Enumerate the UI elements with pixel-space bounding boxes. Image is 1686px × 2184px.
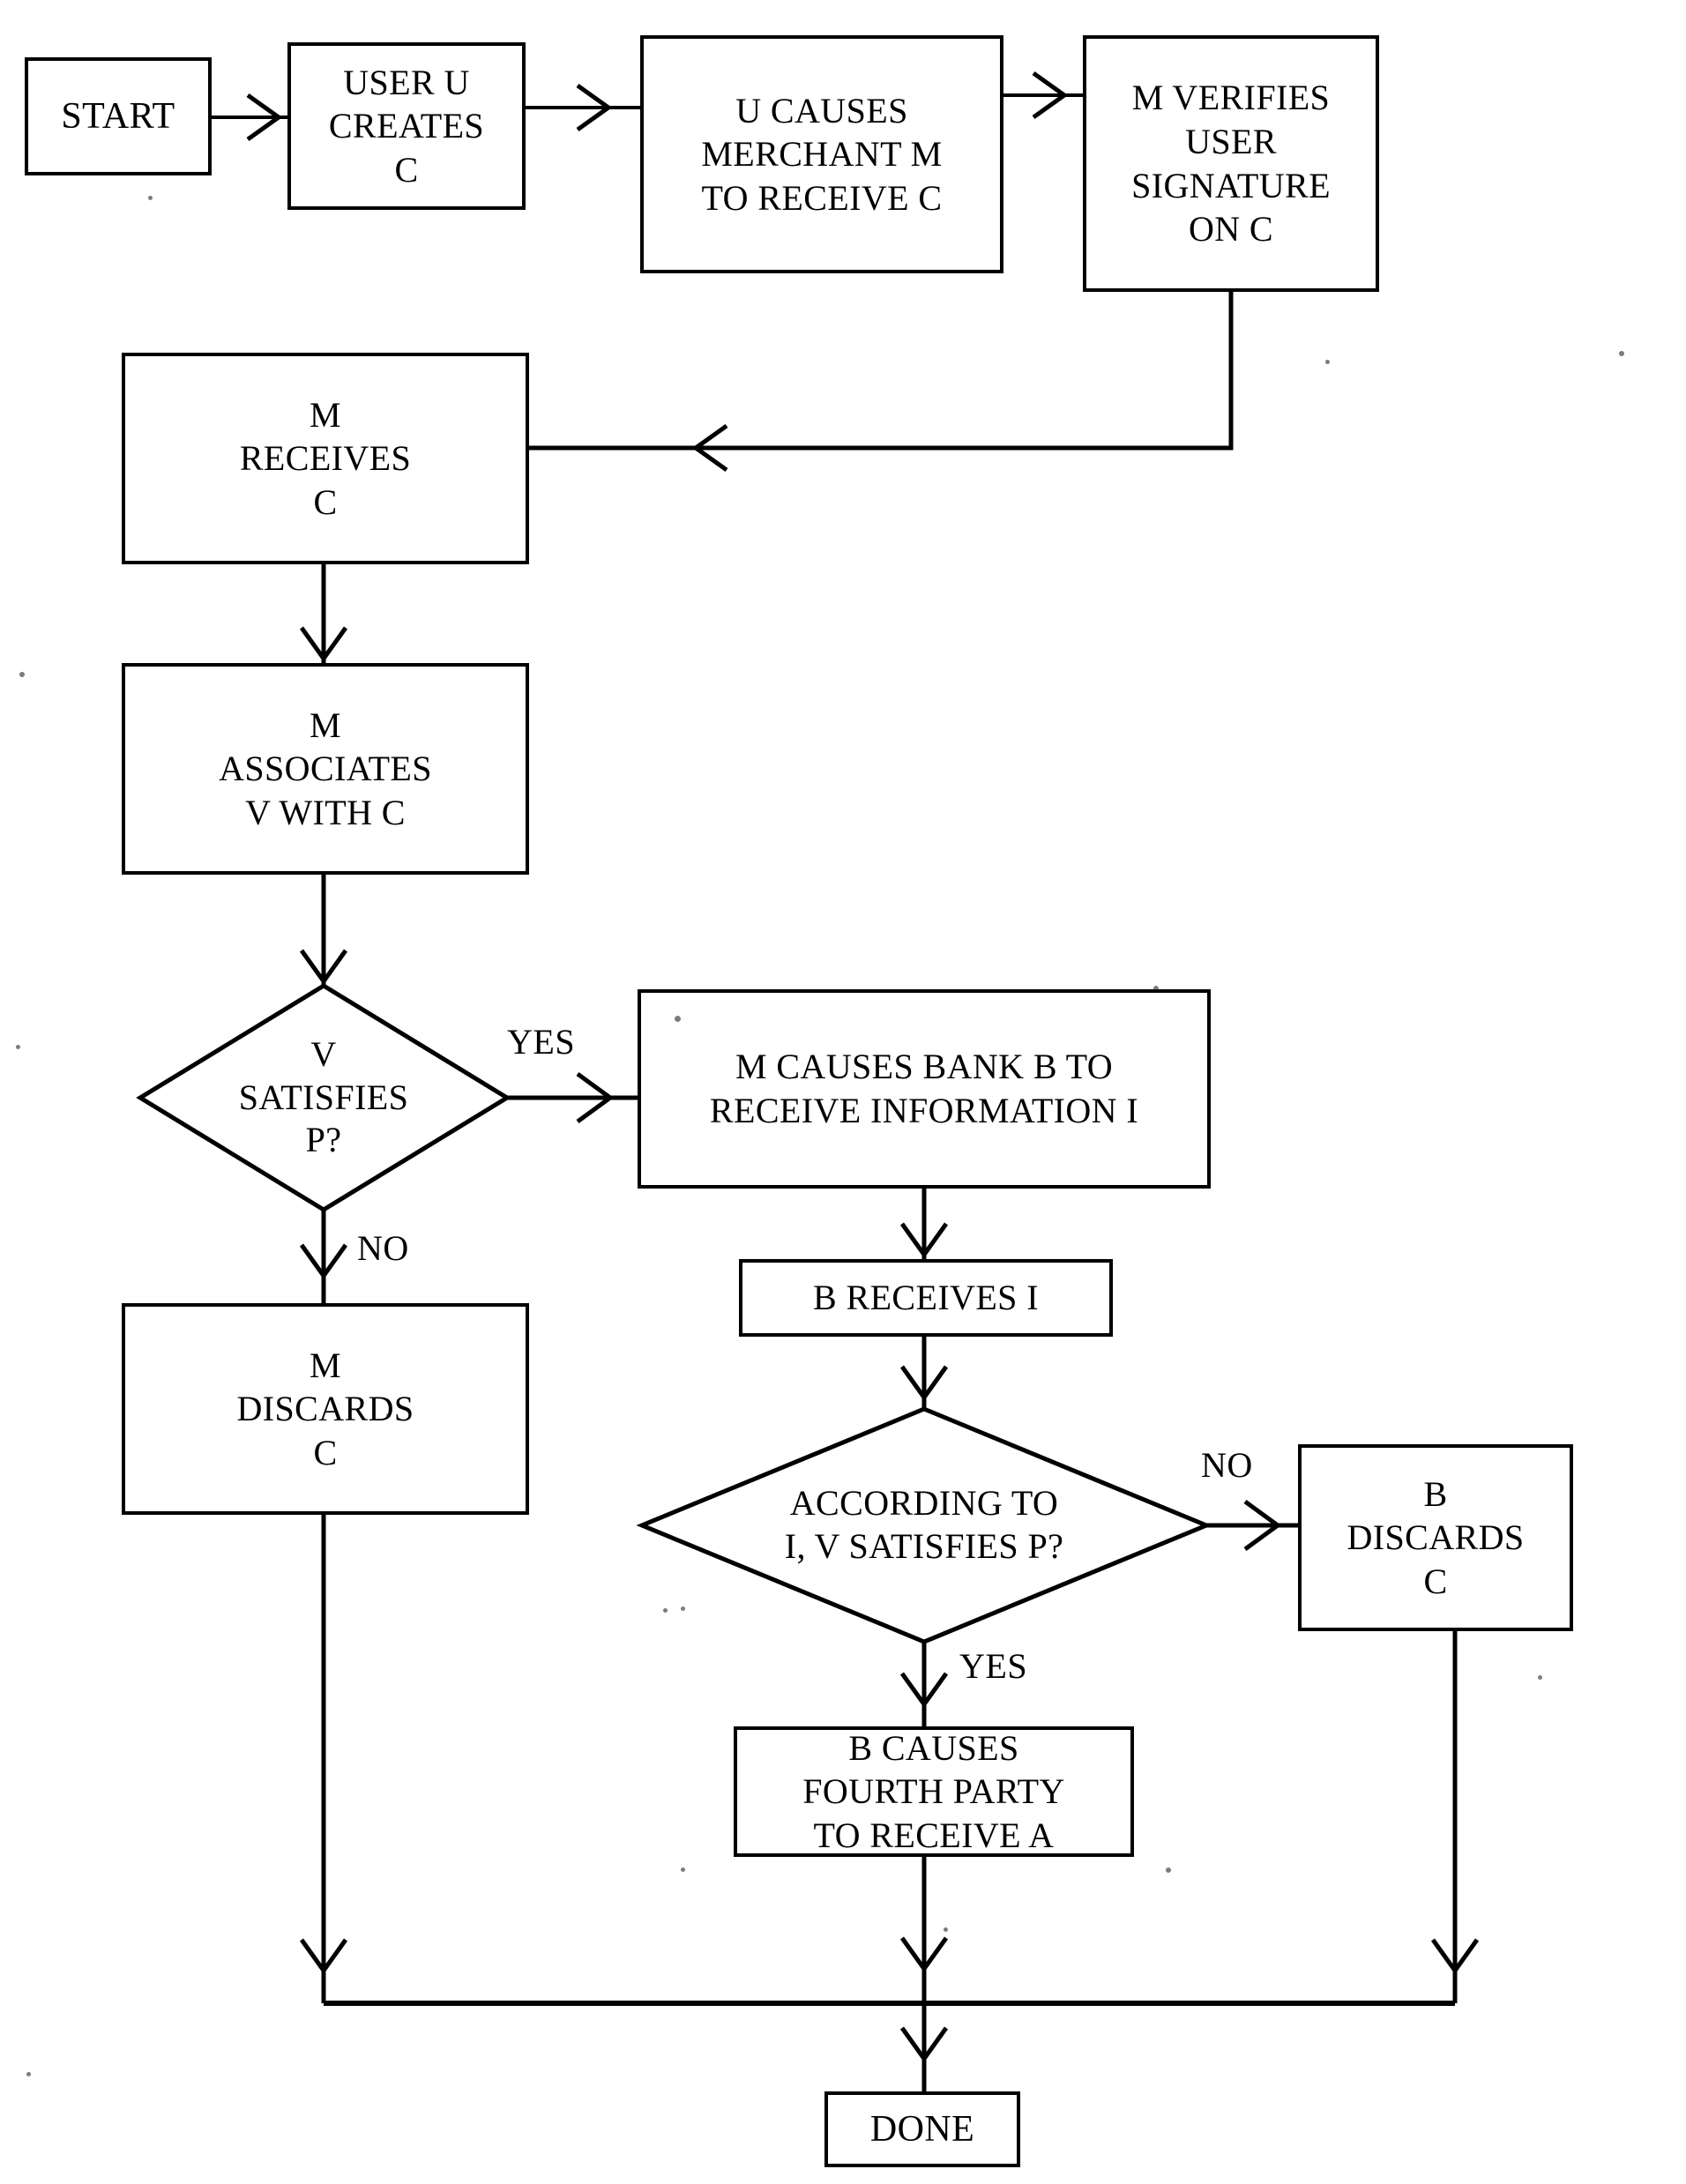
scan-speck [944, 1927, 948, 1932]
node-done[interactable]: DONE [824, 2091, 1020, 2167]
scan-speck [1325, 360, 1330, 364]
node-start[interactable]: START [25, 57, 212, 175]
node-m-causes-bank-b-receive-information-i[interactable]: M CAUSES BANK B TO RECEIVE INFORMATION I [638, 989, 1211, 1189]
node-b-causes-fourth-party-receive-a[interactable]: B CAUSES FOURTH PARTY TO RECEIVE A [734, 1726, 1134, 1857]
node-m-verifies-user-signature-label: M VERIFIES USER SIGNATURE ON C [1131, 78, 1331, 250]
node-m-receives-c[interactable]: M RECEIVES C [122, 353, 529, 564]
node-according-to-i-v-satisfies-p[interactable]: ACCORDING TO I, V SATISFIES P? [705, 1450, 1143, 1600]
edge-label-no-diamond2: NO [1201, 1445, 1253, 1485]
scan-speck [19, 672, 25, 677]
node-user-creates-c[interactable]: USER U CREATES C [287, 42, 526, 210]
scan-speck [386, 1413, 391, 1418]
scan-speck [675, 1016, 681, 1022]
node-done-label: DONE [869, 2108, 975, 2150]
scan-speck [26, 2072, 31, 2076]
node-m-associates-v-with-c-label: M ASSOCIATES V WITH C [219, 704, 432, 832]
node-b-receives-i[interactable]: B RECEIVES I [739, 1259, 1113, 1337]
node-b-receives-i-label: B RECEIVES I [813, 1278, 1039, 1318]
node-v-satisfies-p[interactable]: V SATISFIES P? [183, 1018, 465, 1177]
node-m-causes-bank-b-receive-information-i-label: M CAUSES BANK B TO RECEIVE INFORMATION I [709, 1047, 1139, 1130]
edge-verifies-to-receives [529, 292, 1234, 451]
node-b-discards-c[interactable]: B DISCARDS C [1298, 1444, 1573, 1631]
scan-speck [681, 1606, 685, 1611]
node-m-discards-c[interactable]: M DISCARDS C [122, 1303, 529, 1515]
scan-speck [681, 1867, 685, 1872]
node-v-satisfies-p-label: V SATISFIES P? [238, 1033, 409, 1160]
node-user-creates-c-label: USER U CREATES C [328, 62, 485, 190]
edge-label-no-diamond1: NO [357, 1228, 409, 1268]
node-m-verifies-user-signature[interactable]: M VERIFIES USER SIGNATURE ON C [1083, 35, 1379, 292]
node-b-causes-fourth-party-receive-a-label: B CAUSES FOURTH PARTY TO RECEIVE A [802, 1727, 1065, 1855]
node-m-associates-v-with-c[interactable]: M ASSOCIATES V WITH C [122, 663, 529, 875]
node-u-causes-merchant-receive-c[interactable]: U CAUSES MERCHANT M TO RECEIVE C [640, 35, 1003, 273]
scan-speck [1619, 351, 1624, 356]
node-according-to-i-v-satisfies-p-label: ACCORDING TO I, V SATISFIES P? [784, 1483, 1064, 1566]
node-b-discards-c-label: B DISCARDS C [1347, 1473, 1525, 1601]
node-start-label: START [61, 95, 175, 137]
node-m-discards-c-label: M DISCARDS C [236, 1345, 414, 1472]
flowchart-page: START USER U CREATES C U CAUSES MERCHANT… [0, 0, 1686, 2184]
scan-speck [1166, 1867, 1171, 1873]
scan-speck [1153, 986, 1159, 991]
scan-speck [663, 1608, 668, 1613]
scan-speck [1538, 1675, 1542, 1680]
edge-label-yes-diamond1: YES [507, 1022, 576, 1062]
edge-label-yes-diamond2: YES [959, 1646, 1028, 1686]
scan-speck [16, 1045, 20, 1049]
node-u-causes-merchant-receive-c-label: U CAUSES MERCHANT M TO RECEIVE C [701, 90, 943, 218]
node-m-receives-c-label: M RECEIVES C [239, 394, 412, 522]
scan-speck [148, 196, 153, 200]
